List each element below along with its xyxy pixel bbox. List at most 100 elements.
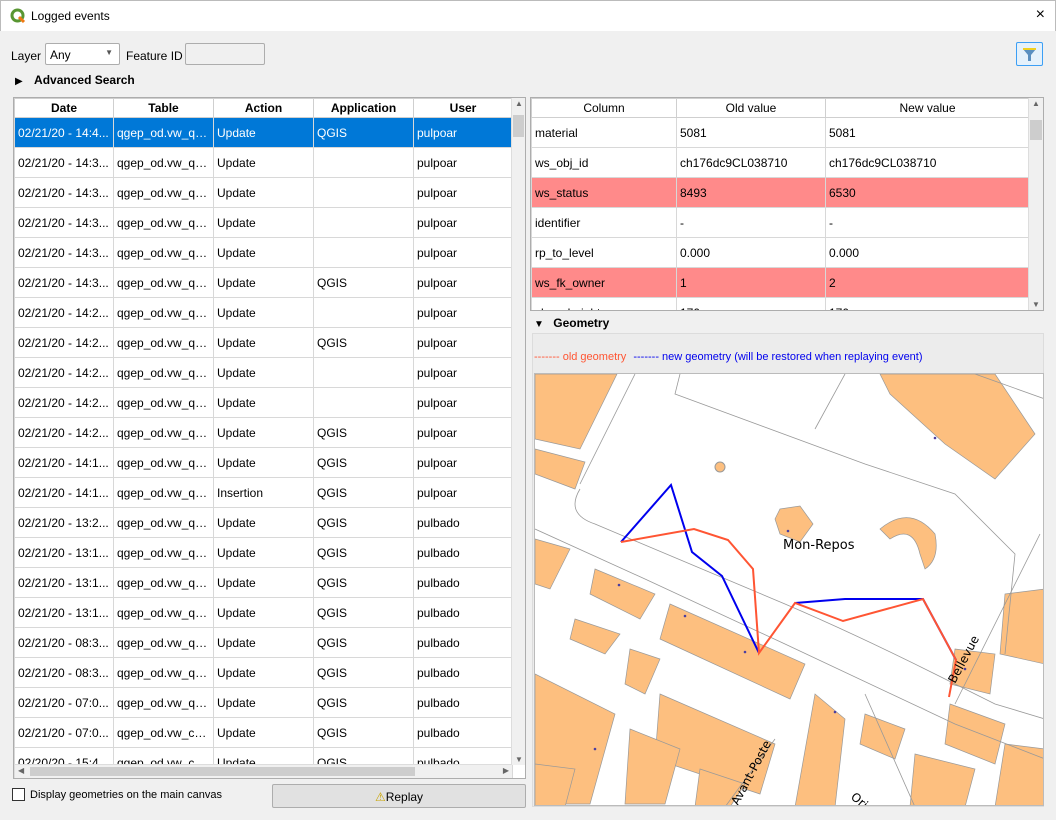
cell-action: Update: [213, 207, 314, 238]
cell-action: Update: [213, 147, 314, 178]
checkbox-box[interactable]: [12, 788, 25, 801]
cell-table: qgep_od.vw_qg...: [113, 657, 214, 688]
feature-id-label: Feature ID: [126, 49, 183, 63]
table-row[interactable]: material 5081 5081: [531, 117, 1030, 148]
table-row[interactable]: 02/21/20 - 14:4... qgep_od.vw_qg... Update…: [14, 117, 513, 148]
cell-date: 02/21/20 - 14:1...: [14, 447, 114, 478]
column-header-column[interactable]: Column: [531, 98, 677, 118]
table-row[interactable]: 02/21/20 - 14:2... qgep_od.vw_qg... Update…: [14, 387, 513, 418]
table-row[interactable]: rp_to_level 0.000 0.000: [531, 237, 1030, 268]
events-horizontal-scrollbar[interactable]: ◀ ▶: [14, 764, 512, 778]
column-header-date[interactable]: Date: [14, 98, 114, 118]
cell-date: 02/21/20 - 14:4...: [14, 117, 114, 148]
title-bar: Logged events ×: [0, 0, 1056, 31]
cell-application: QGIS: [313, 267, 414, 298]
table-row[interactable]: 02/21/20 - 14:3... qgep_od.vw_qg... Update…: [14, 147, 513, 178]
scroll-down-icon[interactable]: ▼: [515, 755, 523, 764]
scroll-right-icon[interactable]: ▶: [503, 766, 509, 775]
table-row[interactable]: 02/21/20 - 13:1... qgep_od.vw_qg... Update…: [14, 537, 513, 568]
column-header-new-value[interactable]: New value: [825, 98, 1030, 118]
cell-table: qgep_od.vw_qg...: [113, 117, 214, 148]
table-row[interactable]: 02/21/20 - 14:1... qgep_od.vw_qg... Insert…: [14, 477, 513, 508]
filter-button[interactable]: [1016, 42, 1043, 66]
table-row[interactable]: 02/21/20 - 14:2... qgep_od.vw_qg... Update…: [14, 297, 513, 328]
cell-column: identifier: [531, 207, 677, 238]
scroll-up-icon[interactable]: ▲: [515, 99, 523, 108]
changes-table[interactable]: Column Old value New value material 5081 508…: [530, 97, 1044, 311]
table-row[interactable]: 02/21/20 - 07:0... qgep_od.vw_qg... Update…: [14, 687, 513, 718]
table-row[interactable]: ws_fk_owner 1 2: [531, 267, 1030, 298]
column-header-user[interactable]: User: [413, 98, 513, 118]
table-row[interactable]: 02/21/20 - 14:3... qgep_od.vw_qg... Update…: [14, 207, 513, 238]
scroll-thumb[interactable]: [1030, 120, 1042, 140]
cell-new-value: 170: [825, 297, 1030, 310]
table-row[interactable]: 02/21/20 - 13:1... qgep_od.vw_qg... Update…: [14, 597, 513, 628]
cell-table: qgep_od.vw_qg...: [113, 597, 214, 628]
qgis-logo-icon: [10, 8, 26, 24]
events-vertical-scrollbar[interactable]: ▲ ▼: [511, 98, 525, 765]
table-row[interactable]: 02/21/20 - 07:0... qgep_od.vw_co... Update…: [14, 717, 513, 748]
geometry-map[interactable]: Mon-Repos Bellevue Avant-Poste Orie: [534, 373, 1044, 806]
table-row[interactable]: 02/21/20 - 14:2... qgep_od.vw_qg... Update…: [14, 327, 513, 358]
cell-action: Update: [213, 627, 314, 658]
cell-user: pulpoar: [413, 117, 513, 148]
column-header-old-value[interactable]: Old value: [676, 98, 826, 118]
expand-arrow-icon: ▶: [15, 76, 23, 87]
cell-user: pulbado: [413, 507, 513, 538]
chevron-down-icon: ▼: [105, 48, 113, 57]
table-row[interactable]: 02/21/20 - 14:3... qgep_od.vw_qg... Update…: [14, 267, 513, 298]
cell-date: 02/21/20 - 14:1...: [14, 477, 114, 508]
display-geometries-checkbox[interactable]: Display geometries on the main canvas: [12, 788, 222, 801]
events-table[interactable]: Date Table Action Application User 02/21/20 …: [13, 97, 526, 779]
hscroll-thumb[interactable]: [30, 767, 415, 776]
cell-table: qgep_od.vw_qg...: [113, 177, 214, 208]
cell-action: Update: [213, 237, 314, 268]
table-row[interactable]: 02/21/20 - 14:2... qgep_od.vw_qg... Update…: [14, 357, 513, 388]
window-title: Logged events: [31, 9, 110, 23]
cell-column: clear_height: [531, 297, 677, 310]
cell-old-value: 1: [676, 267, 826, 298]
table-row[interactable]: 02/21/20 - 13:1... qgep_od.vw_qg... Update…: [14, 567, 513, 598]
cell-application: QGIS: [313, 507, 414, 538]
collapse-arrow-icon: ▼: [534, 319, 544, 330]
table-row[interactable]: 02/21/20 - 14:3... qgep_od.vw_qg... Update…: [14, 177, 513, 208]
table-row[interactable]: 02/21/20 - 08:3... qgep_od.vw_qg... Update…: [14, 657, 513, 688]
table-row[interactable]: 02/21/20 - 14:3... qgep_od.vw_qg... Update…: [14, 237, 513, 268]
close-icon[interactable]: ×: [1036, 6, 1045, 24]
table-row[interactable]: ws_status 8493 6530: [531, 177, 1030, 208]
cell-table: qgep_od.vw_qg...: [113, 387, 214, 418]
geometry-panel: ------- old geometry ------- new geometr…: [532, 333, 1044, 807]
warning-icon: ⚠: [374, 790, 386, 804]
cell-date: 02/21/20 - 08:3...: [14, 627, 114, 658]
table-row[interactable]: 02/21/20 - 13:2... qgep_od.vw_qg... Update…: [14, 507, 513, 538]
scroll-down-icon[interactable]: ▼: [1032, 300, 1040, 309]
table-row[interactable]: identifier - -: [531, 207, 1030, 238]
cell-table: qgep_od.vw_qg...: [113, 357, 214, 388]
table-row[interactable]: 02/21/20 - 14:2... qgep_od.vw_qg... Update…: [14, 417, 513, 448]
cell-date: 02/21/20 - 14:2...: [14, 357, 114, 388]
scroll-thumb[interactable]: [513, 115, 524, 137]
cell-application: QGIS: [313, 567, 414, 598]
table-row[interactable]: 02/21/20 - 08:3... qgep_od.vw_qg... Update…: [14, 627, 513, 658]
cell-date: 02/21/20 - 14:2...: [14, 297, 114, 328]
cell-new-value: -: [825, 207, 1030, 238]
replay-button[interactable]: ⚠Replay: [272, 784, 526, 808]
column-header-action[interactable]: Action: [213, 98, 314, 118]
column-header-table[interactable]: Table: [113, 98, 214, 118]
layer-select[interactable]: Any ▼: [45, 43, 120, 65]
geometry-section-toggle[interactable]: ▼ Geometry: [534, 316, 609, 330]
cell-user: pulbado: [413, 627, 513, 658]
table-row[interactable]: clear_height170170: [531, 297, 1030, 310]
changes-vertical-scrollbar[interactable]: ▲ ▼: [1028, 98, 1043, 310]
advanced-search-toggle[interactable]: ▶ Advanced Search: [15, 73, 135, 87]
table-row[interactable]: ws_obj_id ch176dc9CL038710 ch176dc9CL03871…: [531, 147, 1030, 178]
cell-table: qgep_od.vw_co...: [113, 717, 214, 748]
cell-action: Update: [213, 717, 314, 748]
scroll-up-icon[interactable]: ▲: [1032, 99, 1040, 108]
cell-action: Update: [213, 297, 314, 328]
scroll-left-icon[interactable]: ◀: [18, 766, 24, 775]
column-header-application[interactable]: Application: [313, 98, 414, 118]
cell-action: Update: [213, 507, 314, 538]
feature-id-input[interactable]: [185, 43, 265, 65]
table-row[interactable]: 02/21/20 - 14:1... qgep_od.vw_qg... Update…: [14, 447, 513, 478]
